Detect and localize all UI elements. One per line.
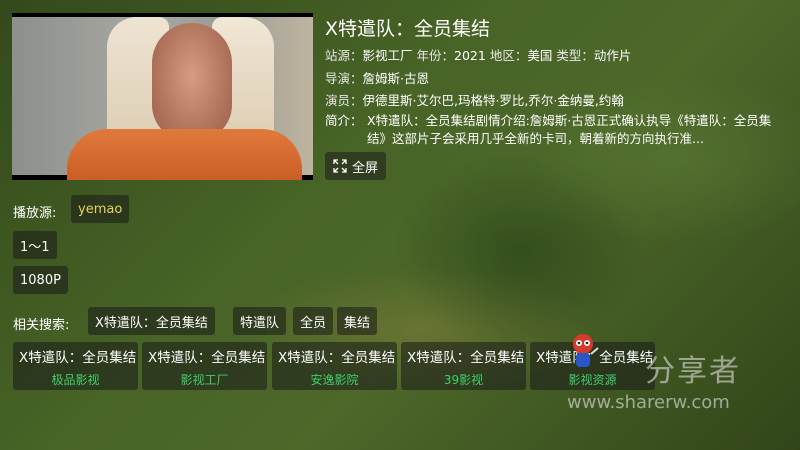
intro-text: X特遣队：全员集结剧情介绍:詹姆斯·古恩正式确认执导《特遣队：全员集结》这部片子… [367, 113, 772, 146]
director-label: 导演： [325, 71, 363, 86]
director-value: 詹姆斯·古恩 [362, 71, 429, 86]
related-search-label: 相关搜索: [13, 318, 70, 333]
year-label: 年份： [416, 48, 455, 63]
related-tag[interactable]: 全员 [293, 307, 334, 335]
source-value: 影视工厂 [362, 48, 413, 63]
type-label: 类型： [556, 48, 594, 63]
intro-label: 简介： [325, 113, 363, 128]
type-value: 动作片 [593, 48, 632, 63]
episode-chip[interactable]: 1～1 [13, 231, 57, 259]
director-line: 导演：詹姆斯·古恩 [325, 68, 429, 87]
fullscreen-button[interactable]: 全屏 [325, 152, 387, 180]
fullscreen-label: 全屏 [352, 160, 379, 176]
watermark-title: 分享者 [645, 354, 741, 389]
related-tag[interactable]: 特遣队 [233, 307, 287, 335]
result-title: X特遣队：全员集结 [278, 350, 396, 366]
related-tag[interactable]: 集结 [337, 307, 378, 335]
result-site: 影视工厂 [180, 373, 229, 387]
result-card[interactable]: X特遣队：全员集结 影视工厂 [142, 342, 267, 390]
movie-title: X特遣队：全员集结 [325, 18, 491, 40]
quality-chip[interactable]: 1080P [13, 266, 68, 294]
video-player[interactable] [12, 13, 313, 180]
play-source-chip[interactable]: yemao [71, 195, 130, 223]
result-title: X特遣队：全员集结 [19, 350, 137, 366]
video-face [152, 23, 232, 141]
meta-line: 站源：影视工厂 年份：2021 地区：美国 类型：动作片 [325, 45, 631, 64]
cast-value: 伊德里斯·艾尔巴,玛格特·罗比,乔尔·金纳曼,约翰 [362, 93, 624, 108]
result-site: 极品影视 [51, 373, 100, 387]
mascot-icon [573, 334, 599, 367]
play-source-label: 播放源: [13, 206, 57, 221]
watermark-url: www.sharerw.com [567, 392, 730, 413]
result-site: 安逸影院 [310, 373, 359, 387]
watermark: 分享者 www.sharerw.com [565, 332, 775, 422]
region-value: 美国 [527, 48, 553, 63]
result-title: X特遣队：全员集结 [407, 350, 525, 366]
video-frame [12, 17, 313, 180]
cast-label: 演员： [325, 93, 363, 108]
result-card[interactable]: X特遣队：全员集结 39影视 [401, 342, 526, 390]
related-tag[interactable]: X特遣队：全员集结 [88, 307, 215, 335]
fullscreen-icon [333, 159, 347, 173]
result-card[interactable]: X特遣队：全员集结 安逸影院 [272, 342, 397, 390]
video-shirt [67, 129, 302, 180]
region-label: 地区： [489, 48, 528, 63]
source-label: 站源： [325, 48, 363, 63]
result-site: 39影视 [443, 373, 484, 387]
year-value: 2021 [454, 48, 486, 63]
result-title: X特遣队：全员集结 [148, 350, 266, 366]
result-card[interactable]: X特遣队：全员集结 极品影视 [13, 342, 138, 390]
cast-line: 演员：伊德里斯·艾尔巴,玛格特·罗比,乔尔·金纳曼,约翰 [325, 90, 624, 109]
